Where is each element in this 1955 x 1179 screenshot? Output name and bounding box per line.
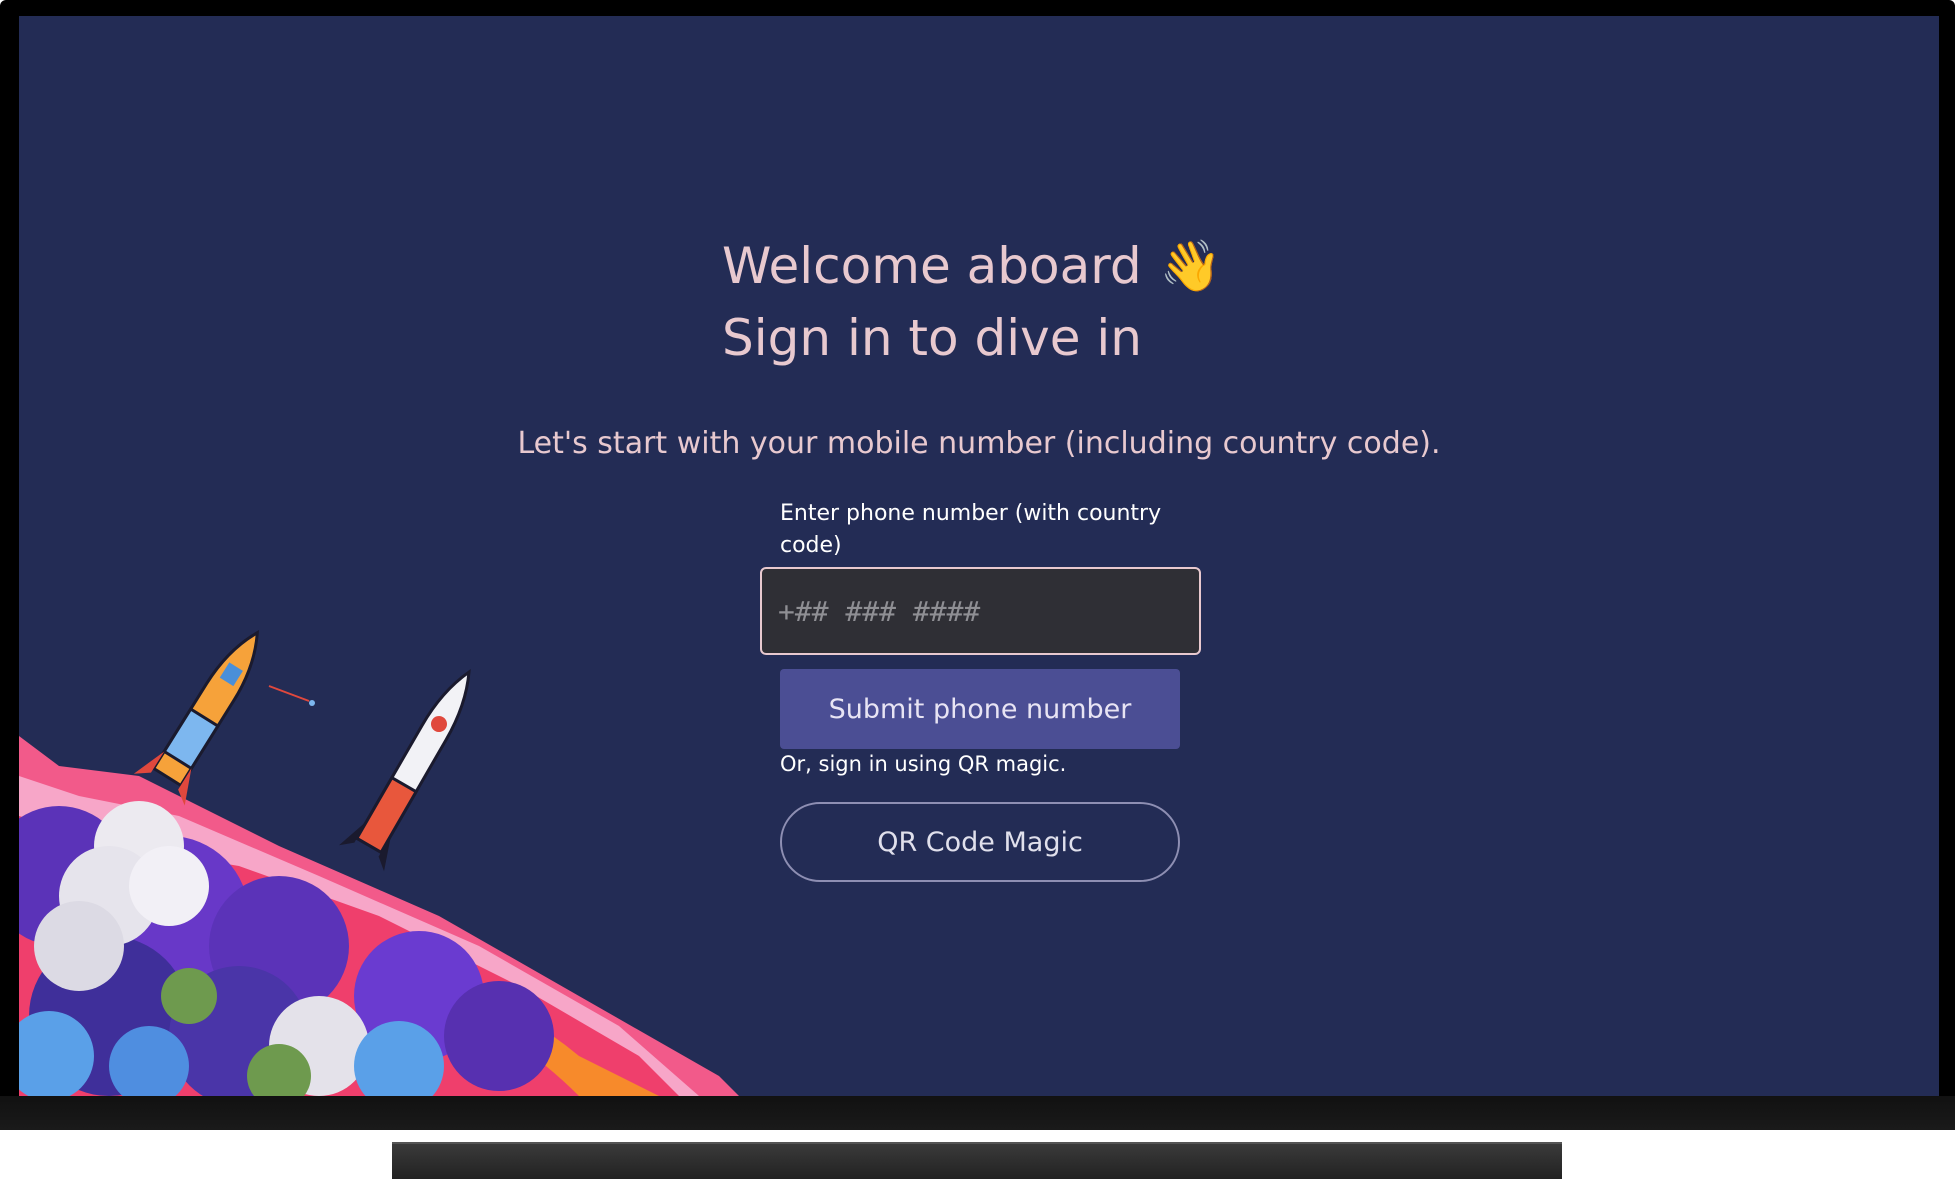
- tv-screen: Welcome aboard 👋 Sign in to dive in Let's…: [19, 16, 1939, 1096]
- qr-sign-in-hint: Or, sign in using QR magic.: [780, 752, 1067, 776]
- qr-code-magic-button[interactable]: QR Code Magic: [780, 802, 1180, 882]
- phone-number-input[interactable]: [760, 567, 1201, 655]
- phone-field-label: Enter phone number (with country code): [780, 501, 1162, 558]
- welcome-subtitle: Sign in to dive in: [722, 309, 1142, 367]
- welcome-title: Welcome aboard: [722, 237, 1142, 295]
- intro-text: Let's start with your mobile number (inc…: [517, 426, 1441, 461]
- tv-stand: [392, 1142, 1562, 1179]
- submit-phone-button[interactable]: Submit phone number: [780, 669, 1180, 749]
- welcome-headline: Welcome aboard 👋 Sign in to dive in: [722, 230, 1222, 374]
- waving-hand-icon: 👋: [1159, 237, 1222, 295]
- rocket-launch-illustration: [19, 630, 739, 1096]
- tv-bezel: [0, 1096, 1955, 1130]
